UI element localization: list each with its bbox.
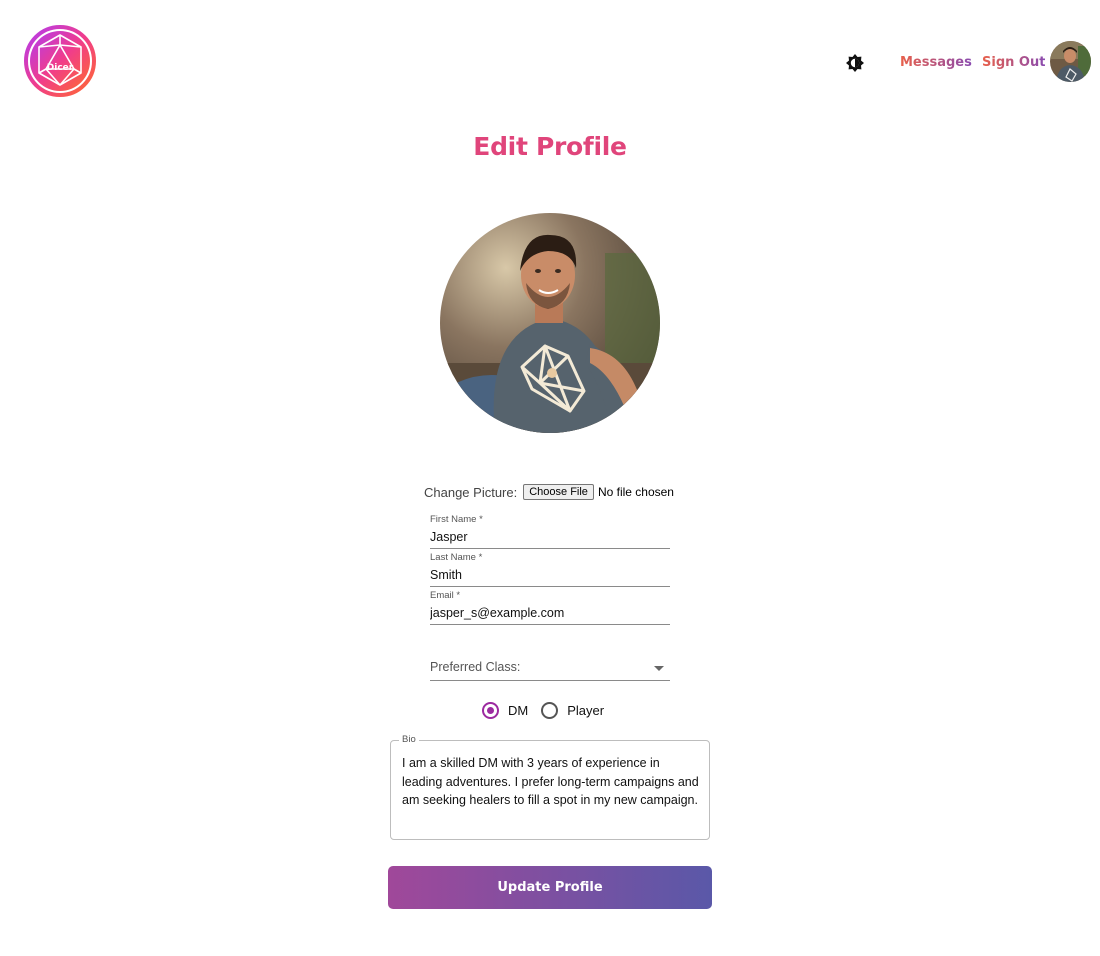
radio-checked-icon[interactable] <box>482 702 499 719</box>
radio-player[interactable]: Player <box>541 702 604 719</box>
update-profile-button[interactable]: Update Profile <box>388 866 712 909</box>
bio-text[interactable]: I am a skilled DM with 3 years of experi… <box>402 754 700 810</box>
dropdown-arrow-icon <box>654 666 664 671</box>
email-field: Email * <box>430 590 670 625</box>
radio-dm[interactable]: DM <box>482 702 528 719</box>
last-name-field: Last Name * <box>430 552 670 587</box>
last-name-label: Last Name * <box>430 552 483 563</box>
page-title: Edit Profile <box>473 132 627 161</box>
first-name-input[interactable] <box>430 526 670 548</box>
radio-dm-label: DM <box>508 703 529 718</box>
first-name-field: First Name * <box>430 514 670 549</box>
radio-player-label: Player <box>567 703 605 718</box>
change-picture-label: Change Picture: <box>424 484 518 500</box>
change-picture-row: Change Picture: Choose File No file chos… <box>424 484 674 500</box>
nav-messages-link[interactable]: Messages <box>900 55 972 70</box>
email-input[interactable] <box>430 602 670 624</box>
profile-picture <box>440 213 660 433</box>
bio-textarea[interactable]: Bio I am a skilled DM with 3 years of ex… <box>390 734 710 840</box>
file-status-text: No file chosen <box>597 485 674 499</box>
dicer-logo[interactable]: Dicer <box>24 25 96 97</box>
last-name-input[interactable] <box>430 564 670 586</box>
preferred-class-label: Preferred Class: <box>430 660 521 674</box>
brightness-icon[interactable] <box>845 53 865 73</box>
choose-file-button[interactable]: Choose File <box>523 484 594 500</box>
first-name-label: First Name * <box>430 514 483 525</box>
bio-label: Bio <box>399 734 419 745</box>
avatar[interactable] <box>1050 41 1091 82</box>
preferred-class-select[interactable]: Preferred Class: <box>430 656 670 681</box>
email-label: Email * <box>430 590 461 601</box>
role-radio-group: DM Player <box>482 702 617 719</box>
nav-sign-out-link[interactable]: Sign Out <box>982 55 1045 70</box>
radio-unchecked-icon[interactable] <box>541 702 559 719</box>
logo-text: Dicer <box>47 63 74 73</box>
